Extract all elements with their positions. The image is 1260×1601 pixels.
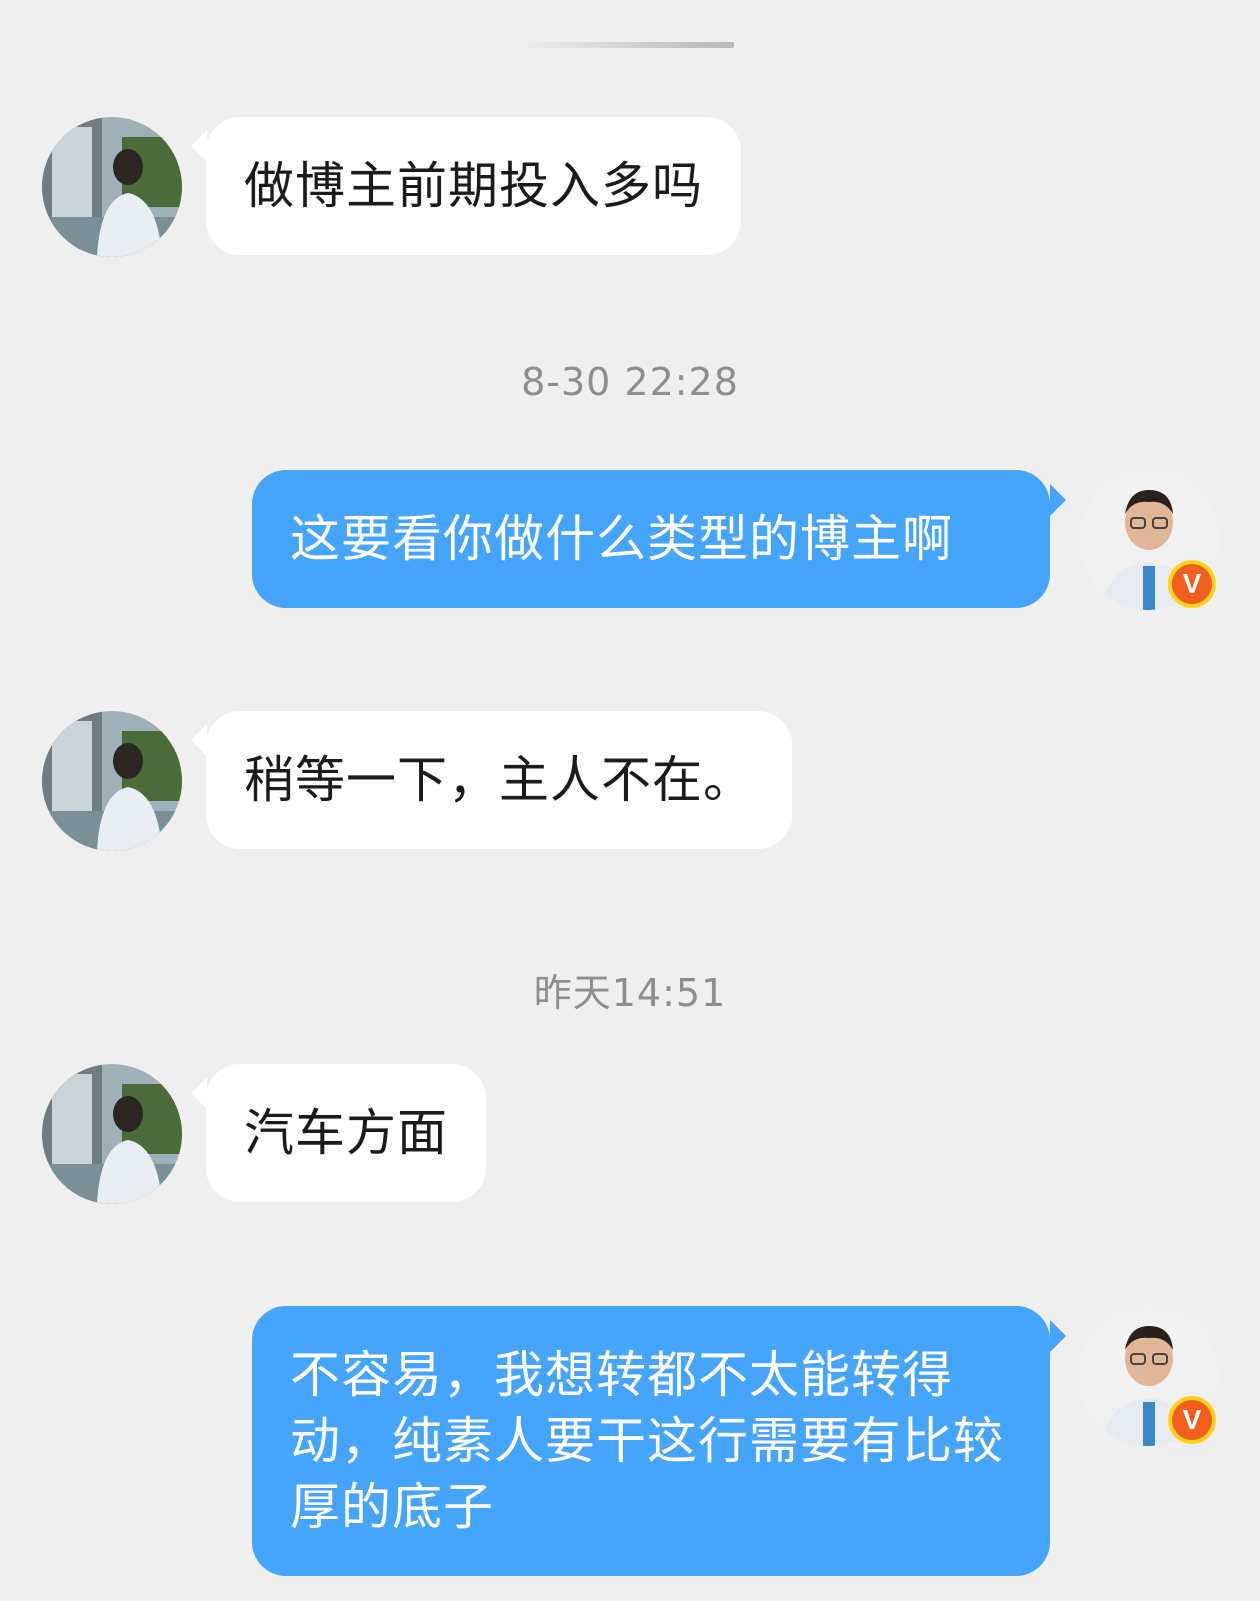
contact-avatar[interactable] bbox=[42, 117, 182, 257]
verified-v-badge-icon: V bbox=[1168, 1396, 1216, 1444]
message-text: 这要看你做什么类型的博主啊 bbox=[290, 510, 953, 568]
verified-v-badge-icon: V bbox=[1168, 560, 1216, 608]
bubble-tail bbox=[191, 724, 207, 756]
message-bubble-outgoing[interactable]: 这要看你做什么类型的博主啊 bbox=[252, 470, 1050, 608]
contact-avatar-image bbox=[42, 711, 182, 851]
message-text: 稍等一下，主人不在。 bbox=[244, 751, 754, 809]
bubble-tail bbox=[191, 1077, 207, 1109]
contact-avatar-image bbox=[42, 117, 182, 257]
scroll-indicator bbox=[520, 42, 734, 48]
contact-avatar-image bbox=[42, 1064, 182, 1204]
message-bubble-incoming[interactable]: 做博主前期投入多吗 bbox=[206, 117, 741, 255]
timestamp: 昨天14:51 bbox=[533, 971, 727, 1015]
message-text: 不容易，我想转都不太能转得动，纯素人要干这行需要有比较厚的底子 bbox=[290, 1346, 1004, 1536]
contact-avatar[interactable] bbox=[42, 711, 182, 851]
contact-avatar[interactable] bbox=[42, 1064, 182, 1204]
message-bubble-incoming[interactable]: 稍等一下，主人不在。 bbox=[206, 711, 792, 849]
bubble-tail bbox=[191, 130, 207, 162]
message-text: 汽车方面 bbox=[244, 1104, 448, 1162]
bubble-tail bbox=[1050, 1320, 1066, 1352]
bubble-tail bbox=[1050, 484, 1066, 516]
message-bubble-outgoing[interactable]: 不容易，我想转都不太能转得动，纯素人要干这行需要有比较厚的底子 bbox=[252, 1306, 1050, 1576]
message-text: 做博主前期投入多吗 bbox=[244, 157, 703, 215]
message-bubble-incoming[interactable]: 汽车方面 bbox=[206, 1064, 486, 1202]
timestamp: 8-30 22:28 bbox=[521, 360, 739, 404]
